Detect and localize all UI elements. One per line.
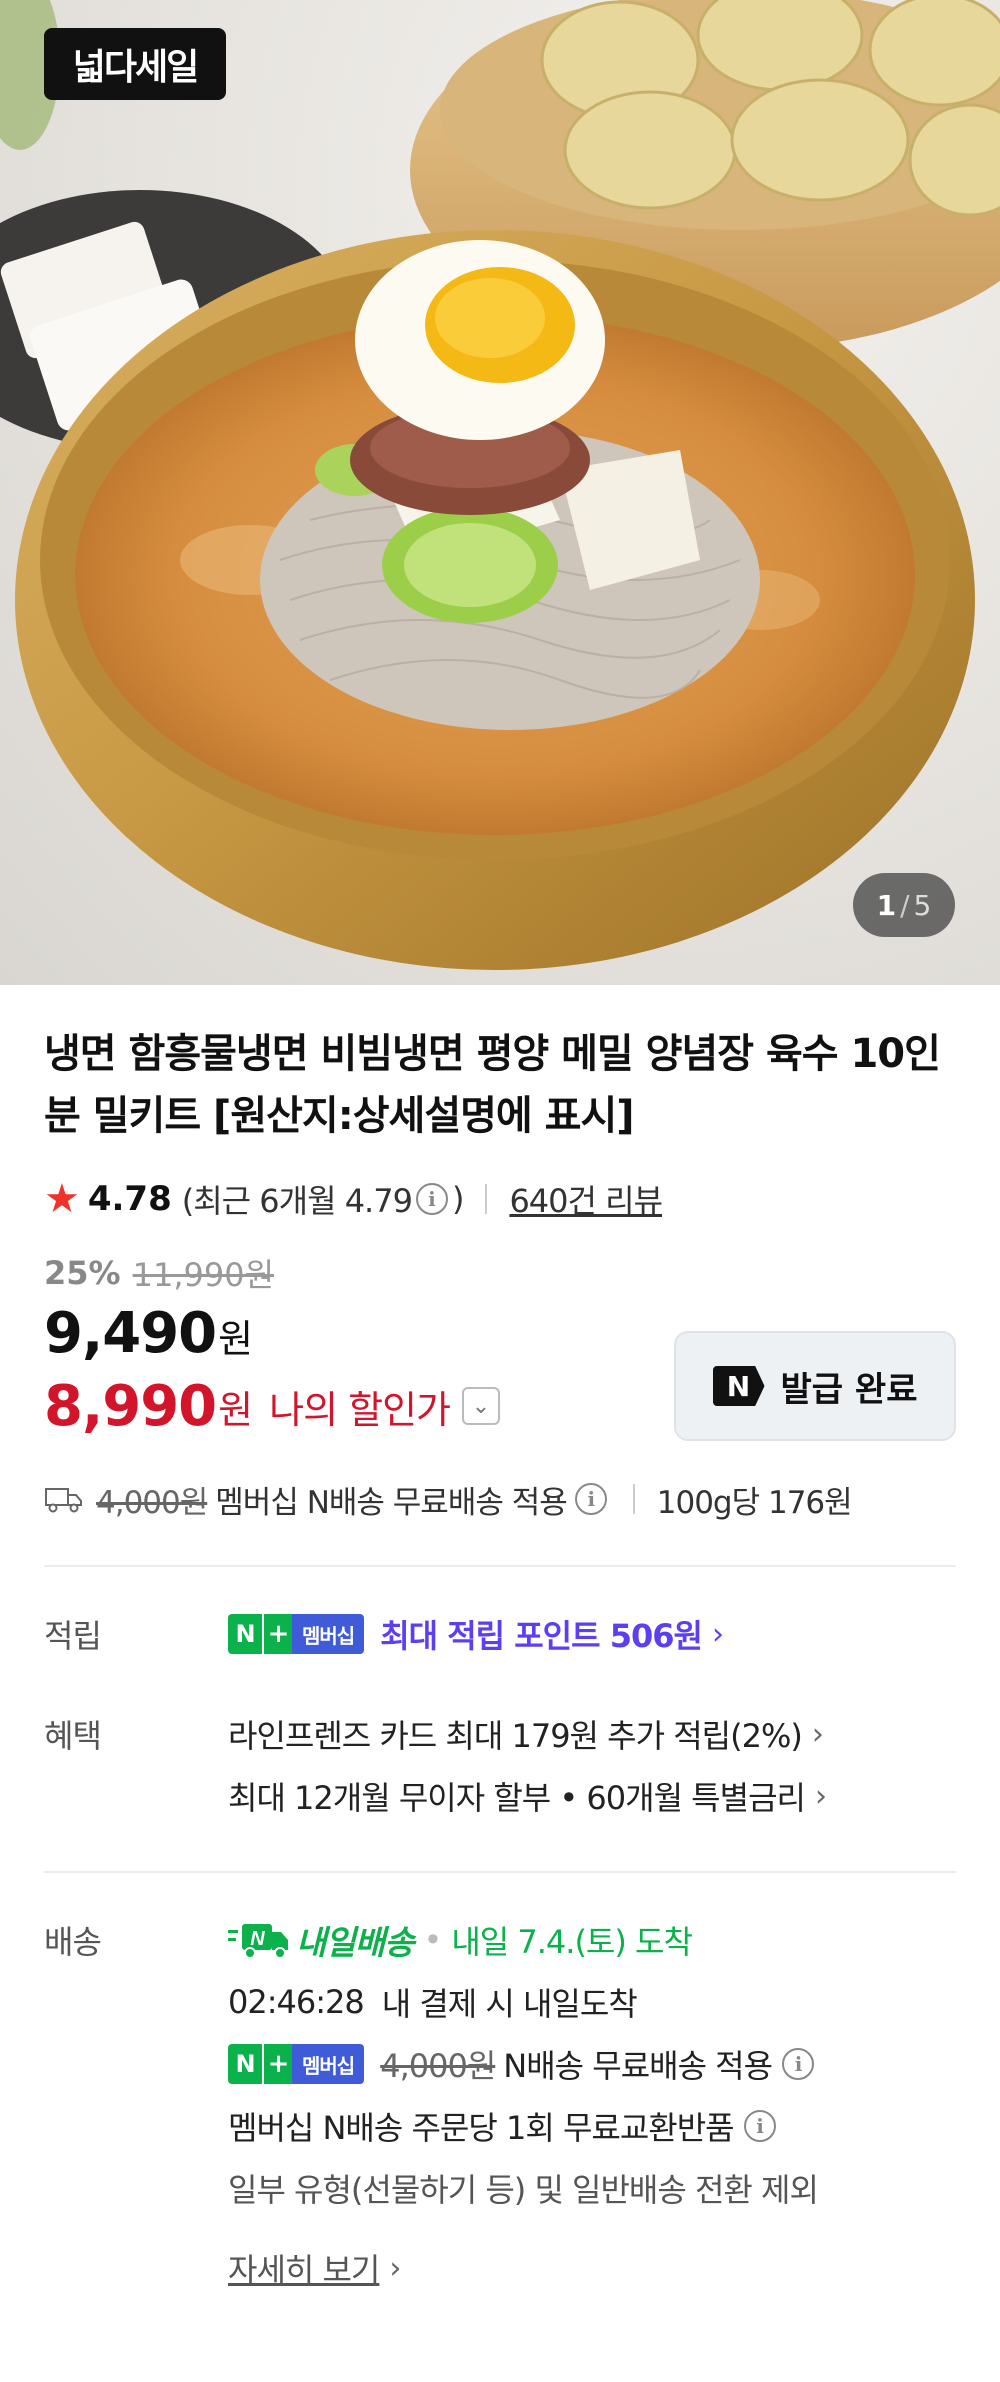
chevron-right-icon[interactable]: › xyxy=(389,2251,401,2286)
see-details-link[interactable]: 자세히 보기 xyxy=(228,2245,380,2291)
separator-dot: • xyxy=(423,1921,442,1959)
points-row[interactable]: 적립 N + 멤버십 최대 적립 포인트 506원 › xyxy=(44,1603,956,1665)
discount-rate: 25% xyxy=(44,1254,121,1292)
chevron-right-icon[interactable]: › xyxy=(712,1617,724,1652)
info-icon[interactable]: i xyxy=(574,1483,607,1515)
my-discount-label[interactable]: 나의 할인가 xyxy=(269,1379,451,1434)
benefit-item[interactable]: 라인프렌즈 카드 최대 179원 추가 적립(2%) › xyxy=(228,1703,956,1765)
original-price: 11,990원 xyxy=(132,1256,275,1294)
sale-price: 9,490 xyxy=(44,1301,217,1366)
exclusion-text: 일부 유형(선물하기 등) 및 일반배송 전환 제외 xyxy=(228,2171,819,2209)
shipping-fee-original: 4,000원 xyxy=(96,1484,208,1521)
benefit-card-text: 라인프렌즈 카드 최대 179원 추가 적립(2%) xyxy=(228,1717,803,1755)
badge-n: N xyxy=(228,1614,262,1654)
recent-rating: (최근 6개월 4.79 xyxy=(181,1182,413,1220)
delivery-truck-icon: N xyxy=(228,1924,288,1959)
benefit-installment-text: 최대 12개월 무이자 할부 • 60개월 특별금리 xyxy=(228,1779,806,1817)
my-price-unit: 원 xyxy=(218,1387,254,1432)
tomorrow-delivery-text: 내일배송 xyxy=(296,1923,414,1962)
badge-plus: + xyxy=(262,2044,292,2084)
badge-membership: 멤버십 xyxy=(292,1614,365,1654)
brand-badge: 넓다세일 xyxy=(44,28,226,100)
naengmyeon-photo xyxy=(0,0,1000,970)
info-icon[interactable]: i xyxy=(415,1183,448,1215)
pager-current: 1 xyxy=(876,888,897,922)
divider xyxy=(632,1484,635,1514)
benefits-row: 혜택 라인프렌즈 카드 최대 179원 추가 적립(2%) › 최대 12개월 … xyxy=(44,1703,956,1827)
badge-membership: 멤버십 xyxy=(292,2044,365,2084)
unit-price: 100g당 176원 xyxy=(656,1484,853,1521)
points-label: 적립 xyxy=(44,1617,102,1655)
svg-text:N: N xyxy=(250,1928,265,1950)
countdown-timer: 02:46:28 xyxy=(228,1983,365,2021)
pager-total: 5 xyxy=(913,888,932,922)
product-title: 냉면 함흥물냉면 비빔냉면 평양 메밀 양념장 육수 10인분 밀키트 [원산지… xyxy=(44,1031,941,1139)
info-icon[interactable]: i xyxy=(743,2110,776,2142)
recent-rating-close: ) xyxy=(451,1180,465,1218)
naver-plus-membership-badge: N + 멤버십 xyxy=(228,1614,365,1654)
delivery-row: 배송 N 내일배송 • 내일 7.4.(토) 도착 02:46:28 내 결제 … xyxy=(44,1909,956,2299)
truck-icon xyxy=(45,1488,82,1513)
free-exchange-text: 멤버십 N배송 주문당 1회 무료교환반품 xyxy=(228,2109,735,2147)
chevron-down-icon[interactable]: ⌄ xyxy=(462,1387,500,1425)
chevron-right-icon[interactable]: › xyxy=(815,1779,827,1814)
naver-plus-membership-badge: N + 멤버십 xyxy=(228,2044,365,2084)
pager-separator: / xyxy=(900,888,910,922)
sale-price-unit: 원 xyxy=(218,1317,254,1361)
arrival-date: 내일 7.4.(토) 도착 xyxy=(451,1923,693,1961)
review-count-link[interactable]: 640건 리뷰 xyxy=(509,1176,663,1222)
product-image-carousel[interactable]: 넓다세일 1 / 5 xyxy=(0,0,1000,985)
delivery-free-text: N배송 무료배송 적용 xyxy=(503,2047,773,2085)
tomorrow-delivery-badge: N 내일배송 xyxy=(228,1916,414,1964)
divider xyxy=(485,1184,488,1214)
star-icon: ★ xyxy=(44,1176,80,1222)
rating-score: 4.78 xyxy=(87,1179,172,1219)
my-discount-price: 8,990 xyxy=(44,1373,217,1439)
badge-n: N xyxy=(228,2044,262,2084)
naver-n-icon: N xyxy=(712,1366,765,1406)
info-icon[interactable]: i xyxy=(782,2048,815,2080)
benefit-item[interactable]: 최대 12개월 무이자 할부 • 60개월 특별금리 › xyxy=(228,1765,956,1827)
max-points-text[interactable]: 최대 적립 포인트 506원 xyxy=(380,1611,703,1657)
delivery-label: 배송 xyxy=(44,1923,102,1961)
coupon-issued-button[interactable]: N 발급 완료 xyxy=(674,1331,956,1441)
benefits-label: 혜택 xyxy=(44,1717,102,1755)
chevron-right-icon[interactable]: › xyxy=(812,1717,824,1752)
image-pager: 1 / 5 xyxy=(853,873,955,937)
rating-row: ★ 4.78 (최근 6개월 4.79 i ) 640건 리뷰 xyxy=(44,1177,956,1221)
countdown-text: 내 결제 시 내일도착 xyxy=(381,1985,638,2023)
delivery-fee-original: 4,000원 xyxy=(380,2047,496,2085)
badge-plus: + xyxy=(262,1614,292,1654)
free-shipping-text: 멤버십 N배송 무료배송 적용 xyxy=(215,1484,567,1521)
coupon-button-label: 발급 완료 xyxy=(780,1369,918,1410)
shipping-summary: 4,000원 멤버십 N배송 무료배송 적용 i 100g당 176원 xyxy=(44,1475,956,1523)
price-block: 25% 11,990원 9,490 원 8,990 원 나의 할인가 ⌄ N 발… xyxy=(44,1251,956,1461)
